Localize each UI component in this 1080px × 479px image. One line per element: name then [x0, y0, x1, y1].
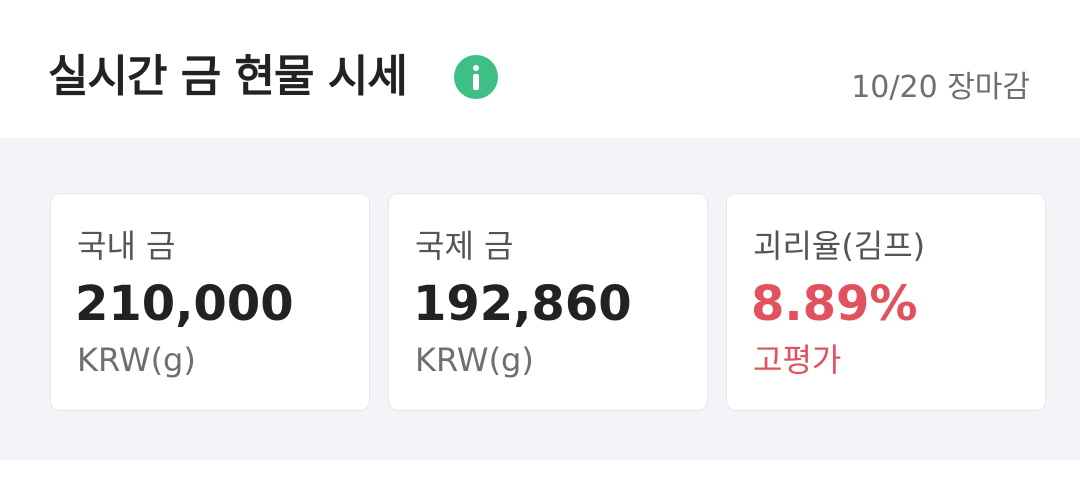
- card-label: 국내 금: [77, 227, 176, 265]
- card-label: 괴리율(김프): [753, 227, 926, 265]
- international-gold-price: 192,860: [413, 276, 632, 332]
- card-label: 국제 금: [415, 227, 514, 265]
- premium-rate-card[interactable]: 괴리율(김프) 8.89% 고평가: [726, 193, 1046, 411]
- info-icon-stem: [473, 74, 479, 90]
- domestic-gold-card[interactable]: 국내 금 210,000 KRW(g): [50, 193, 370, 411]
- market-close-date: 10/20 장마감: [851, 70, 1030, 105]
- header: 실시간 금 현물 시세 10/20 장마감: [0, 0, 1080, 138]
- card-unit: KRW(g): [415, 341, 534, 379]
- domestic-gold-price: 210,000: [75, 276, 294, 332]
- page-title: 실시간 금 현물 시세: [48, 51, 408, 102]
- premium-status: 고평가: [753, 341, 842, 379]
- international-gold-card[interactable]: 국제 금 192,860 KRW(g): [388, 193, 708, 411]
- card-unit: KRW(g): [77, 341, 196, 379]
- price-panel: 국내 금 210,000 KRW(g) 국제 금 192,860 KRW(g) …: [0, 138, 1080, 460]
- info-icon-dot: [473, 65, 479, 71]
- info-icon[interactable]: [454, 55, 498, 99]
- premium-rate-value: 8.89%: [751, 276, 918, 332]
